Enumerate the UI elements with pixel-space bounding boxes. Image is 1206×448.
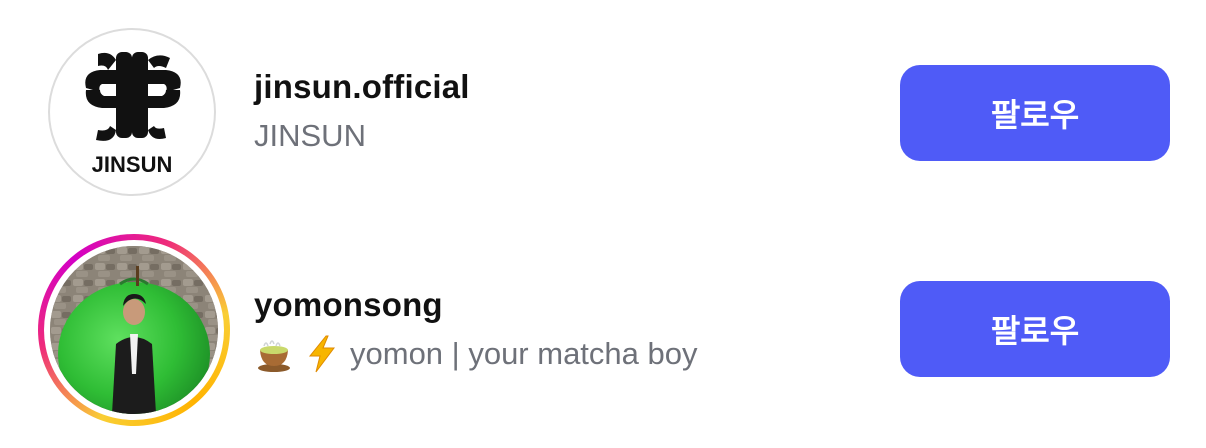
jinsun-logo: JINSUN (48, 28, 216, 196)
profile-photo (50, 246, 218, 414)
bio: yomon | your matcha boy (254, 334, 698, 374)
logo-text: JINSUN (92, 152, 173, 177)
bio-text: yomon | your matcha boy (350, 336, 698, 371)
avatar[interactable]: JINSUN (38, 18, 230, 210)
follow-button[interactable]: 팔로우 (900, 281, 1170, 377)
list-item[interactable]: yomonsong yomon | your matcha boy 팔로우 (0, 230, 1206, 430)
suggested-accounts-list: JINSUN jinsun.official JINSUN 팔로우 yomons… (0, 0, 1206, 448)
jinsun-logo-icon: JINSUN (85, 52, 181, 177)
list-item[interactable]: JINSUN jinsun.official JINSUN 팔로우 (0, 14, 1206, 214)
username[interactable]: jinsun.official (254, 68, 470, 106)
username[interactable]: yomonsong (254, 286, 443, 324)
profile-photo-image (50, 246, 218, 414)
lightning-icon (308, 335, 335, 373)
teacup-icon (258, 340, 290, 372)
avatar[interactable] (38, 234, 230, 426)
follow-button[interactable]: 팔로우 (900, 65, 1170, 161)
display-name: JINSUN (254, 118, 366, 153)
